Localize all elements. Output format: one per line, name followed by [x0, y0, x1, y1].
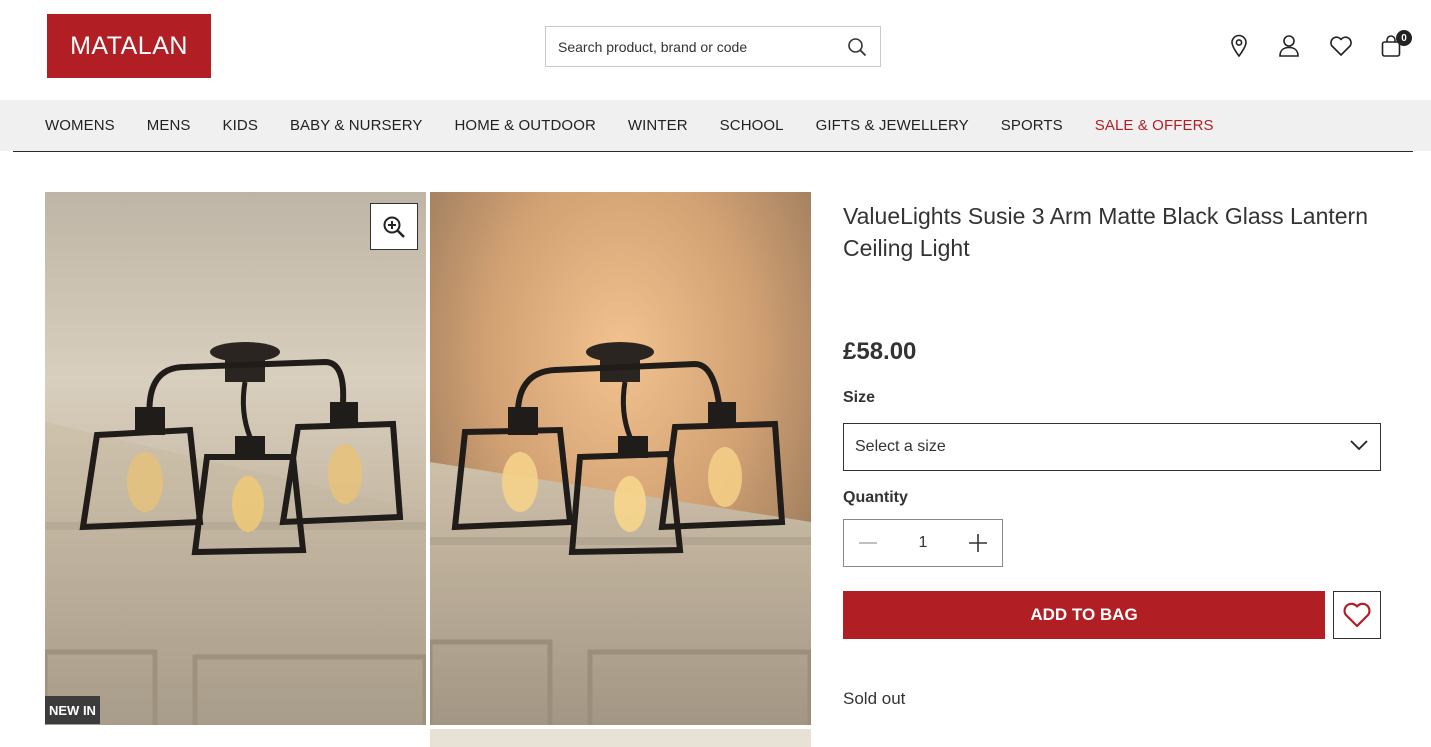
size-label: Size	[843, 389, 876, 406]
account-icon[interactable]	[1276, 32, 1302, 60]
nav-item-sale-offers[interactable]: SALE & OFFERS	[1095, 117, 1214, 134]
size-select[interactable]: Select a size	[843, 423, 1381, 471]
quantity-value[interactable]: 1	[892, 534, 954, 552]
nav-item-sports[interactable]: SPORTS	[1001, 117, 1063, 134]
nav-item-winter[interactable]: WINTER	[628, 117, 688, 134]
product-image-3[interactable]	[430, 729, 811, 747]
search-input[interactable]	[558, 38, 846, 55]
heart-icon	[1343, 602, 1371, 628]
add-to-bag-button[interactable]: ADD TO BAG	[843, 591, 1325, 639]
nav-item-gifts-jewellery[interactable]: GIFTS & JEWELLERY	[816, 117, 969, 134]
size-select-value: Select a size	[855, 438, 946, 455]
nav-item-womens[interactable]: WOMENS	[45, 117, 115, 134]
quantity-label: Quantity	[843, 489, 908, 506]
bag-icon[interactable]: 0	[1378, 30, 1412, 60]
zoom-in-icon[interactable]	[370, 203, 418, 250]
chevron-down-icon	[1349, 438, 1369, 456]
nav-divider	[13, 151, 1413, 152]
product-price: £58.00	[843, 338, 917, 365]
nav-item-home-outdoor[interactable]: HOME & OUTDOOR	[455, 117, 596, 134]
nav-item-mens[interactable]: MENS	[147, 117, 191, 134]
store-locator-icon[interactable]	[1226, 32, 1252, 60]
wishlist-icon[interactable]	[1328, 32, 1354, 60]
site-header: MATALAN 0	[0, 0, 1431, 100]
increase-quantity-button[interactable]	[954, 520, 1002, 566]
product-image-2[interactable]	[430, 192, 811, 725]
nav-item-baby-nursery[interactable]: BABY & NURSERY	[290, 117, 423, 134]
bag-count-badge: 0	[1396, 30, 1412, 46]
search-bar[interactable]	[545, 26, 881, 67]
decrease-quantity-button[interactable]	[844, 520, 892, 566]
search-icon[interactable]	[846, 36, 868, 58]
quantity-stepper[interactable]: 1	[843, 519, 1003, 567]
new-in-badge: NEW IN	[45, 696, 100, 724]
nav-item-school[interactable]: SCHOOL	[720, 117, 784, 134]
product-title: ValueLights Susie 3 Arm Matte Black Glas…	[843, 203, 1369, 261]
add-to-wishlist-button[interactable]	[1333, 591, 1381, 639]
matalan-logo[interactable]: MATALAN	[47, 14, 211, 78]
main-nav: WOMENS MENS KIDS BABY & NURSERY HOME & O…	[0, 100, 1431, 151]
stock-status: Sold out	[843, 689, 906, 708]
product-image-1[interactable]	[45, 192, 426, 725]
nav-item-kids[interactable]: KIDS	[223, 117, 258, 134]
